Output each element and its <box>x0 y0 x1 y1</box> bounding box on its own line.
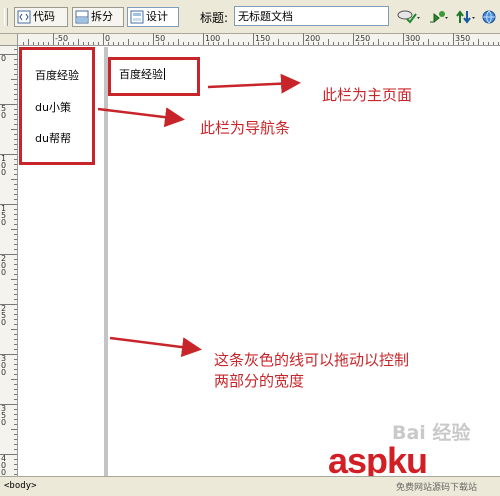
divider-note-line1: 这条灰色的线可以拖动以控制 <box>214 351 410 369</box>
nav-frame-note: 此栏为导航条 <box>200 119 291 137</box>
tag-selector-body[interactable]: <body> <box>4 481 37 491</box>
nav-note-arrow <box>97 107 185 128</box>
main-frame-note: 此栏为主页面 <box>322 86 413 104</box>
divider-note-line2: 两部分的宽度 <box>214 372 305 390</box>
divider-note-arrow <box>109 336 202 358</box>
aspku-subtitle-watermark: 免费网站源码下载站 <box>396 483 478 493</box>
main-note-arrow <box>207 73 301 94</box>
